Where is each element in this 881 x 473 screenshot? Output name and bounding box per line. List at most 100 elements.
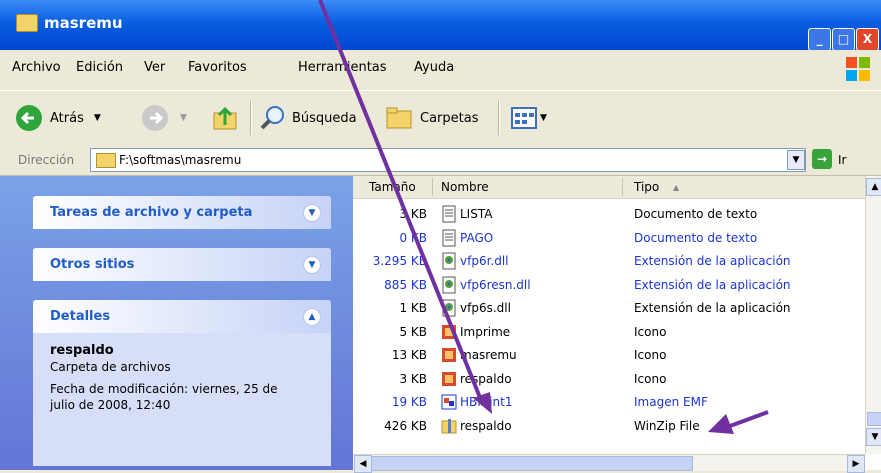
address-dropdown-icon[interactable]: ▼ [787, 150, 805, 170]
views-dropdown-icon: ▼ [540, 113, 547, 123]
scroll-left-icon[interactable]: ◀ [354, 455, 372, 473]
folders-button[interactable]: Carpetas [384, 103, 478, 133]
folders-label: Carpetas [420, 110, 479, 126]
column-divider[interactable] [622, 178, 623, 196]
file-type: Extensión de la aplicación [634, 301, 791, 315]
file-size: 3 KB [399, 207, 427, 221]
folders-icon [386, 107, 412, 129]
title-bar[interactable]: masremu _ □ X [0, 0, 881, 51]
back-dropdown-icon[interactable]: ▼ [94, 113, 101, 123]
toolbar: Atrás ▼ ▼ Búsqueda Carpetas ▼ [0, 90, 881, 146]
emf-file-icon [441, 393, 457, 411]
scroll-down-icon[interactable]: ▼ [866, 428, 881, 446]
scroll-thumb[interactable] [867, 412, 881, 426]
file-name: vfp6r.dll [460, 254, 509, 268]
dll-file-icon [441, 299, 457, 317]
scroll-right-icon[interactable]: ▶ [847, 455, 865, 473]
file-row[interactable]: 3.295 KB vfp6r.dll Extensión de la aplicac… [353, 250, 865, 273]
file-row[interactable]: 426 KB respaldo WinZip File [353, 415, 865, 438]
forward-button[interactable]: ▼ [140, 103, 187, 133]
file-row[interactable]: 13 KB masremu Icono [353, 344, 865, 367]
column-divider[interactable] [432, 178, 433, 196]
search-icon [260, 106, 284, 130]
menu-edicion[interactable]: Edición [76, 60, 123, 75]
details-title: Detalles [50, 309, 111, 324]
forward-arrow-icon [142, 105, 168, 131]
file-size: 1 KB [399, 301, 427, 315]
maximize-button[interactable]: □ [832, 28, 855, 51]
file-name: vfp6resn.dll [460, 277, 531, 292]
file-name: respaldo [460, 371, 512, 386]
scroll-up-icon[interactable]: ▲ [866, 178, 881, 196]
dll-file-icon [441, 252, 457, 270]
zip-file-icon [441, 417, 457, 435]
file-size: 3 KB [399, 371, 427, 386]
file-name: HBPrint1 [460, 395, 513, 409]
file-type: Icono [634, 324, 667, 339]
back-button[interactable]: Atrás ▼ [14, 103, 101, 133]
back-arrow-icon [16, 105, 42, 131]
folder-icon [96, 153, 116, 168]
chevron-down-icon[interactable]: ▼ [303, 204, 321, 222]
file-size: 13 KB [391, 348, 427, 362]
file-size: 426 KB [384, 418, 427, 433]
forward-dropdown-icon[interactable]: ▼ [180, 113, 187, 123]
details-header[interactable]: Detalles ▲ [33, 300, 331, 333]
go-button[interactable]: Ir [838, 153, 846, 167]
file-row[interactable]: 0 KB PAGO Documento de texto [353, 227, 865, 250]
chevron-up-icon[interactable]: ▲ [303, 308, 321, 326]
menu-ver[interactable]: Ver [144, 60, 165, 75]
other-places-header[interactable]: Otros sitios ▼ [33, 248, 331, 281]
horizontal-scrollbar[interactable]: ◀ ▶ [353, 454, 865, 473]
file-row[interactable]: 3 KB LISTA Documento de texto [353, 203, 865, 226]
menu-archivo[interactable]: Archivo [12, 60, 61, 75]
search-label: Búsqueda [292, 110, 357, 126]
menu-favoritos[interactable]: Favoritos [188, 60, 247, 75]
file-tasks-header[interactable]: Tareas de archivo y carpeta ▼ [33, 196, 331, 229]
file-type: Imagen EMF [634, 395, 708, 409]
file-row[interactable]: 19 KB HBPrint1 Imagen EMF [353, 391, 865, 414]
details-modified-line1: Fecha de modificación: viernes, 25 de [50, 382, 278, 396]
column-name[interactable]: Nombre [441, 180, 489, 194]
address-label: Dirección [18, 153, 75, 167]
column-size[interactable]: Tamaño [369, 180, 416, 194]
file-size: 0 KB [399, 230, 427, 245]
file-list: Tamaño Nombre Tipo ▲ 3 KB LISTA Documento … [353, 176, 881, 470]
sort-ascending-icon: ▲ [673, 183, 680, 192]
menu-herramientas[interactable]: Herramientas [298, 60, 387, 75]
menu-bar: Archivo Edición Ver Favoritos Herramient… [0, 50, 881, 90]
file-type: Extensión de la aplicación [634, 254, 791, 268]
file-name: vfp6s.dll [460, 301, 511, 315]
close-button[interactable]: X [856, 28, 879, 51]
column-type[interactable]: Tipo [634, 180, 659, 194]
views-button[interactable]: ▼ [510, 103, 547, 133]
file-row[interactable]: 1 KB vfp6s.dll Extensión de la aplicación [353, 297, 865, 320]
file-size: 3.295 KB [372, 254, 427, 268]
file-row[interactable]: 3 KB respaldo Icono [353, 368, 865, 391]
details-type: Carpeta de archivos [50, 360, 171, 374]
scroll-thumb[interactable] [371, 456, 693, 471]
file-type: Extensión de la aplicación [634, 277, 791, 292]
ico-file-icon [441, 346, 457, 364]
file-name: PAGO [460, 230, 494, 245]
other-places-panel: Otros sitios ▼ [33, 248, 331, 281]
chevron-down-icon[interactable]: ▼ [303, 256, 321, 274]
menu-ayuda[interactable]: Ayuda [414, 60, 454, 75]
task-pane: Tareas de archivo y carpeta ▼ Otros siti… [0, 176, 353, 470]
search-button[interactable]: Búsqueda [258, 103, 357, 133]
file-name: masremu [460, 348, 517, 362]
file-row[interactable]: 5 KB Imprime Icono [353, 321, 865, 344]
vertical-scrollbar[interactable]: ▲ ▼ [865, 176, 881, 454]
column-header: Tamaño Nombre Tipo ▲ [353, 176, 865, 199]
minimize-button[interactable]: _ [808, 28, 831, 51]
address-bar: Dirección F:\softmas\masremu ▼ → Ir [0, 145, 881, 176]
up-folder-button[interactable] [210, 103, 240, 133]
views-icon [511, 107, 537, 129]
file-row[interactable]: 885 KB vfp6resn.dll Extensión de la aplica… [353, 274, 865, 297]
file-name: Imprime [460, 324, 511, 339]
address-field[interactable]: F:\softmas\masremu [90, 148, 806, 172]
go-arrow-icon[interactable]: → [812, 149, 832, 169]
file-type: WinZip File [634, 418, 700, 433]
file-tasks-title: Tareas de archivo y carpeta [50, 205, 253, 220]
details-body: respaldo Carpeta de archivos Fecha de mo… [33, 333, 331, 466]
